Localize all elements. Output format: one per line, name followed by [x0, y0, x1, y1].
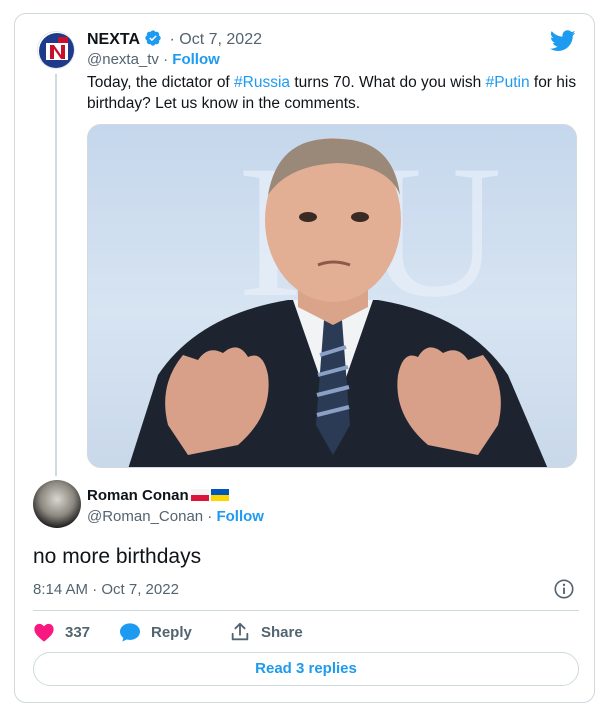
speech-bubble-icon — [120, 623, 140, 642]
poland-flag-icon — [190, 489, 209, 501]
reply-handle-row: @Roman_Conan · Follow — [87, 508, 264, 525]
nexta-logo-icon — [39, 33, 74, 68]
photo-of-man-gesturing-icon: RU — [128, 127, 548, 467]
ukraine-flag-icon — [210, 489, 229, 501]
nexta-avatar[interactable] — [37, 31, 75, 69]
reply-header: Roman Conan — [87, 486, 229, 506]
tweet-photo[interactable]: RU — [87, 124, 577, 468]
follow-nexta-link[interactable]: Follow — [172, 51, 220, 68]
reply-author-name[interactable]: Roman Conan — [87, 487, 189, 504]
reply-handle[interactable]: @Roman_Conan — [87, 508, 203, 525]
like-count: 337 — [65, 623, 91, 641]
info-icon[interactable] — [553, 578, 575, 600]
tweet-text-segment: Today, the dictator of — [87, 74, 235, 91]
reply-timestamp[interactable]: 8:14 AM · Oct 7, 2022 — [33, 580, 179, 600]
verified-badge-icon — [145, 30, 161, 46]
parent-tweet-header: NEXTA · Oct 7, 2022 — [87, 30, 262, 48]
hashtag-russia-link[interactable]: #Russia — [234, 74, 290, 91]
share-button[interactable]: Share — [229, 620, 303, 644]
parent-handle[interactable]: @nexta_tv — [87, 51, 159, 68]
divider — [33, 610, 579, 611]
heart-icon — [34, 623, 54, 642]
read-replies-button[interactable]: Read 3 replies — [33, 652, 579, 686]
roman-conan-avatar[interactable] — [33, 480, 81, 528]
parent-author-name[interactable]: NEXTA — [87, 31, 140, 48]
parent-tweet-text: Today, the dictator of #Russia turns 70.… — [87, 72, 577, 114]
follow-roman-link[interactable]: Follow — [216, 508, 264, 525]
parent-tweet-date[interactable]: Oct 7, 2022 — [179, 31, 262, 48]
twitter-bird-icon[interactable] — [550, 30, 576, 52]
tweet-text-segment: turns 70. What do you wish — [290, 74, 486, 91]
reply-tweet-text: no more birthdays — [33, 545, 202, 568]
embedded-tweet-card: NEXTA · Oct 7, 2022 @nexta_tv · Follow T… — [14, 13, 595, 703]
share-upload-icon — [231, 622, 249, 641]
like-button[interactable]: 337 — [33, 620, 90, 644]
hashtag-putin-link[interactable]: #Putin — [486, 74, 530, 91]
reply-label: Reply — [151, 623, 192, 641]
parent-handle-row: @nexta_tv · Follow — [87, 51, 220, 68]
share-label: Share — [261, 623, 303, 641]
thread-connector-line — [55, 74, 57, 476]
reply-button[interactable]: Reply — [119, 620, 192, 644]
